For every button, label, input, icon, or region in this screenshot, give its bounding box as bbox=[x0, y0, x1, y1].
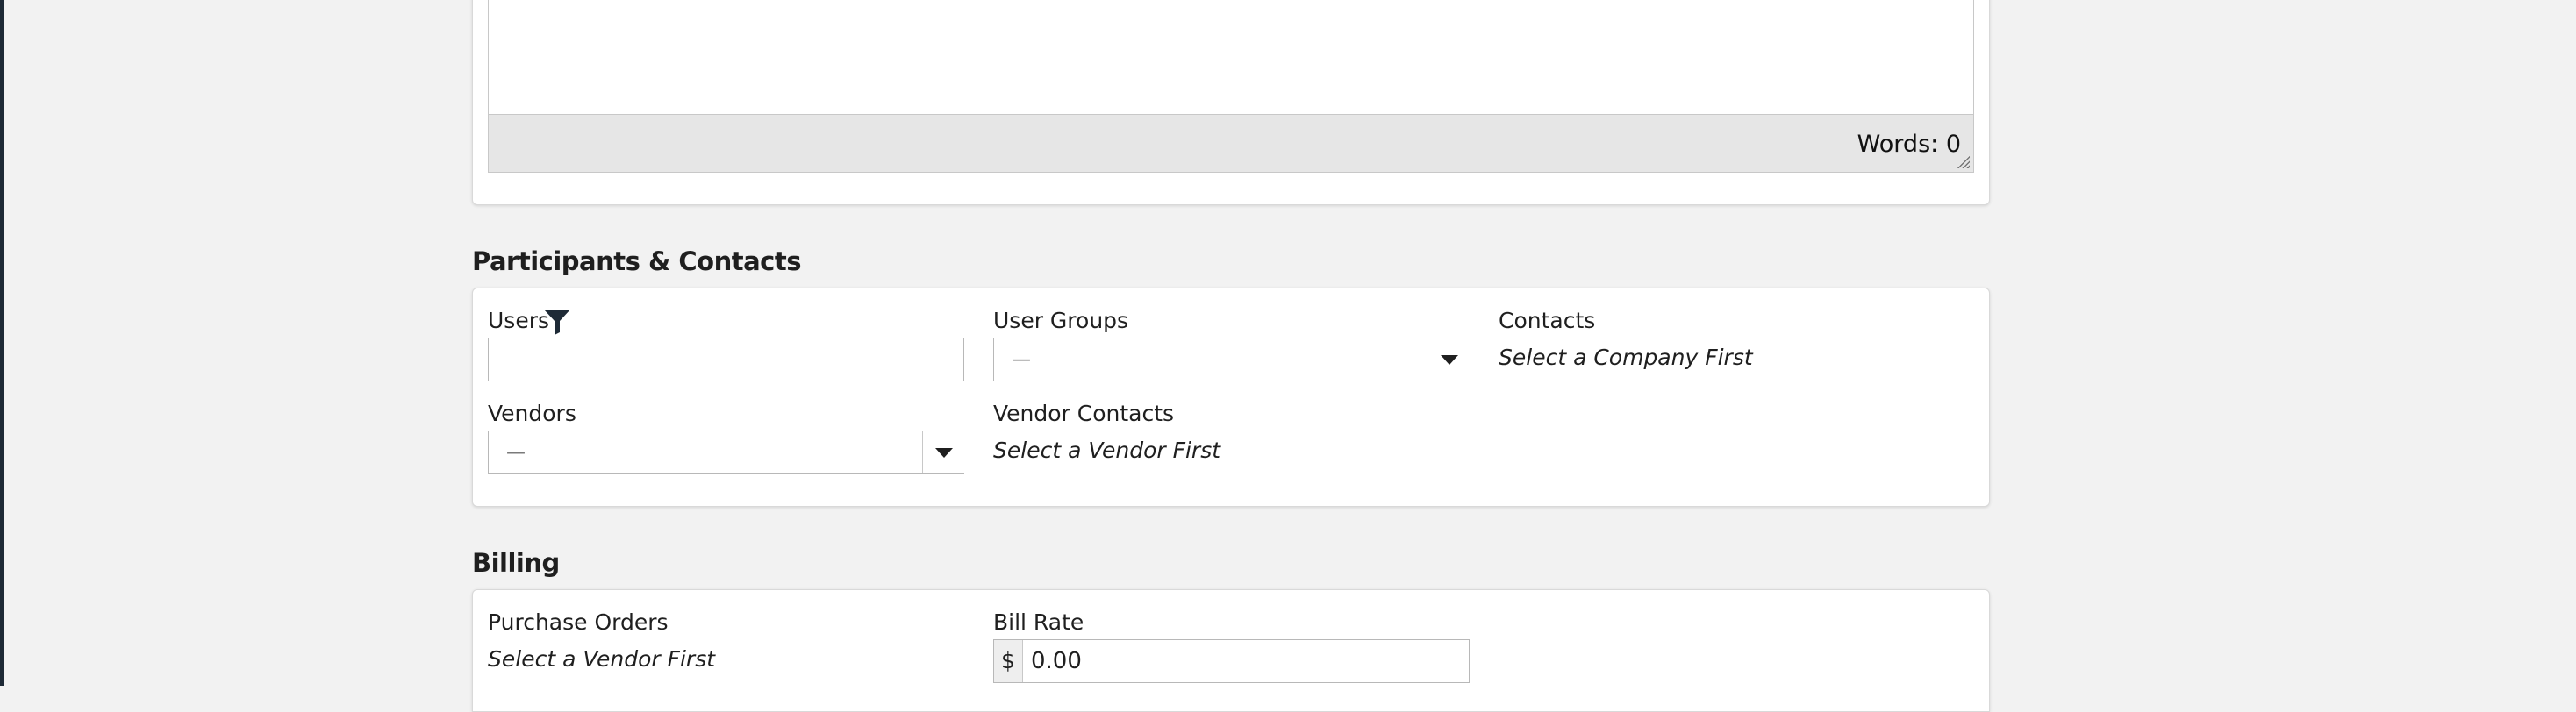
word-count: Words: 0 bbox=[1857, 131, 1961, 158]
vendors-selected: — bbox=[506, 442, 526, 464]
users-label: Users bbox=[488, 308, 550, 333]
bill-rate-input[interactable]: $ 0.00 bbox=[993, 639, 1470, 683]
vendors-select[interactable]: — bbox=[488, 431, 964, 474]
billing-card: Purchase Orders Select a Vendor First Bi… bbox=[472, 589, 1990, 712]
chevron-down-icon[interactable] bbox=[1428, 338, 1470, 381]
resize-handle-icon[interactable] bbox=[1956, 154, 1970, 168]
participants-card: Users User Groups — Contacts Select a Co… bbox=[472, 288, 1990, 507]
user-groups-select[interactable]: — bbox=[993, 338, 1470, 381]
contacts-label: Contacts bbox=[1499, 308, 1596, 333]
bill-rate-label: Bill Rate bbox=[993, 609, 1084, 635]
users-input[interactable] bbox=[488, 338, 964, 381]
description-editor-card: Words: 0 bbox=[472, 0, 1990, 205]
currency-prefix: $ bbox=[994, 640, 1023, 682]
purchase-orders-note: Select a Vendor First bbox=[488, 646, 716, 672]
user-groups-label: User Groups bbox=[993, 308, 1129, 333]
bill-rate-value: 0.00 bbox=[1031, 648, 1082, 674]
editor-status-bar: Words: 0 bbox=[489, 114, 1973, 172]
purchase-orders-label: Purchase Orders bbox=[488, 609, 669, 635]
vendor-contacts-note: Select a Vendor First bbox=[993, 438, 1221, 463]
chevron-down-icon[interactable] bbox=[922, 431, 964, 473]
user-groups-selected: — bbox=[1012, 349, 1031, 371]
contacts-note: Select a Company First bbox=[1499, 345, 1753, 370]
vendor-contacts-label: Vendor Contacts bbox=[993, 401, 1175, 426]
filter-icon[interactable] bbox=[542, 306, 572, 336]
participants-section-title: Participants & Contacts bbox=[472, 246, 801, 276]
billing-section-title: Billing bbox=[472, 548, 560, 578]
left-edge-strip bbox=[0, 0, 4, 686]
vendors-label: Vendors bbox=[488, 401, 576, 426]
rich-text-editor[interactable]: Words: 0 bbox=[488, 0, 1974, 173]
